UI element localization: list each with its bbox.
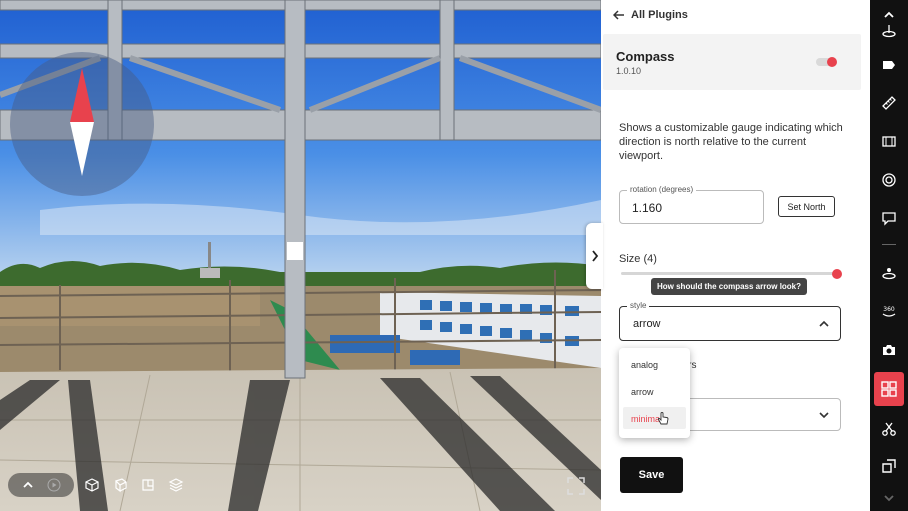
hotspot-icon[interactable]: [874, 258, 904, 288]
rotate-360-icon[interactable]: 360: [874, 296, 904, 326]
plugin-name: Compass: [616, 49, 675, 64]
target-icon[interactable]: [874, 165, 904, 195]
svg-text:360: 360: [883, 306, 895, 313]
film-icon[interactable]: [874, 126, 904, 156]
chevron-down-icon: [819, 412, 829, 419]
rotation-field-label: rotation (degrees): [627, 185, 697, 195]
plugin-header: Compass 1.0.10: [603, 34, 861, 90]
stack-icon[interactable]: [166, 475, 186, 495]
save-button[interactable]: Save: [620, 457, 683, 493]
camera-icon[interactable]: [874, 335, 904, 365]
chevron-up-icon: [819, 320, 829, 327]
style-dropdown-menu: analog arrow minimal: [619, 348, 690, 438]
chevron-right-icon: [591, 250, 598, 262]
layers-3d-icon[interactable]: [110, 475, 130, 495]
box-icon[interactable]: [874, 451, 904, 481]
plugins-icon[interactable]: [874, 372, 904, 406]
panorama-viewport[interactable]: [0, 0, 601, 511]
plugin-enabled-toggle[interactable]: [815, 55, 839, 69]
scissors-icon[interactable]: [874, 414, 904, 444]
arrow-left-icon: [613, 10, 624, 20]
viewport-toolbar: [8, 473, 186, 497]
fullscreen-icon[interactable]: [567, 477, 585, 495]
size-slider-thumb[interactable]: [832, 269, 842, 279]
rotation-value[interactable]: 1.160: [632, 201, 662, 215]
style-select-label: style: [627, 301, 650, 311]
style-option-arrow[interactable]: arrow: [631, 387, 654, 397]
back-link-label: All Plugins: [631, 9, 688, 21]
compass-gauge: [10, 52, 154, 196]
plugin-settings-panel: All Plugins Compass 1.0.10 Shows a custo…: [601, 0, 870, 511]
collapse-panel-button[interactable]: [586, 223, 603, 289]
play-icon[interactable]: [44, 475, 64, 495]
cube-view-icon[interactable]: [82, 475, 102, 495]
style-tooltip: How should the compass arrow look?: [651, 278, 808, 295]
ruler-icon[interactable]: [874, 88, 904, 118]
tool-rail: 360: [870, 0, 908, 511]
rotation-field[interactable]: rotation (degrees) 1.160: [619, 185, 764, 224]
navigation-pill: [8, 473, 74, 497]
comment-icon[interactable]: [874, 203, 904, 233]
cursor-icon[interactable]: [874, 16, 904, 46]
back-to-plugins-link[interactable]: All Plugins: [613, 8, 688, 22]
style-select[interactable]: style arrow: [619, 301, 841, 341]
size-label: Size (4): [619, 253, 657, 265]
plugin-version: 1.0.10: [616, 66, 642, 76]
chevron-down-icon[interactable]: [874, 483, 904, 511]
style-select-value: arrow: [633, 318, 661, 330]
tag-icon[interactable]: [874, 50, 904, 80]
set-north-button[interactable]: Set North: [778, 196, 835, 217]
style-option-analog[interactable]: analog: [631, 360, 658, 370]
hand-cursor-icon: [657, 412, 669, 425]
plugin-description: Shows a customizable gauge indicating wh…: [619, 122, 843, 162]
expand-up-icon[interactable]: [18, 475, 38, 495]
floorplan-icon[interactable]: [138, 475, 158, 495]
